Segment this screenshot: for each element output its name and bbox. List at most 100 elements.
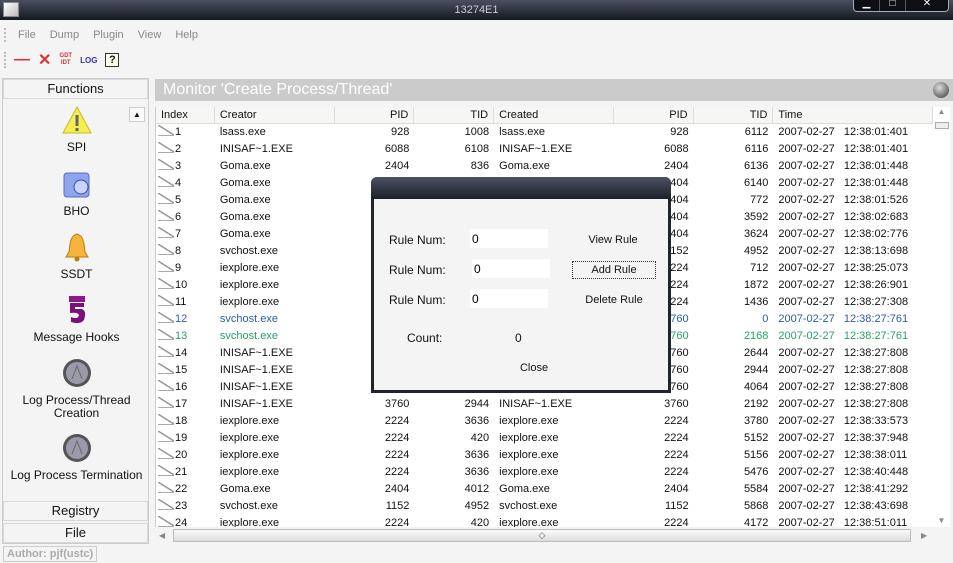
- delete-icon[interactable]: ✕: [38, 50, 51, 70]
- cell-creator: INISAF~1.EXE: [215, 362, 335, 379]
- cell-creator-pid: 2224: [335, 430, 415, 447]
- table-row[interactable]: 1 lsass.exe 928 1008 lsass.exe 928 6112 2007-02…: [156, 124, 933, 141]
- cell-created-tid: 3592: [694, 209, 774, 226]
- cell-index: 22: [156, 481, 215, 498]
- cell-created: INISAF~1.EXE: [494, 396, 614, 413]
- section-registry[interactable]: Registry: [3, 501, 148, 521]
- cell-creator-pid: 2224: [335, 413, 415, 430]
- row-icon: [158, 516, 174, 527]
- cell-creator: Goma.exe: [215, 158, 335, 175]
- sidebar-item-message-hooks[interactable]: Message Hooks: [3, 295, 150, 344]
- cell-text: 6088: [664, 143, 689, 155]
- table-row[interactable]: 21 iexplore.exe 2224 3636 iexplore.exe 2224 54…: [156, 464, 933, 481]
- cell-text: Goma.exe: [219, 483, 271, 495]
- cell-text: 2224: [664, 449, 689, 461]
- col-creator-pid[interactable]: PID: [335, 107, 415, 123]
- cell-text: 2404: [664, 160, 689, 172]
- table-row[interactable]: 22 Goma.exe 2404 4012 Goma.exe 2404 5584 2007-0…: [156, 481, 933, 498]
- gdt-idt-button[interactable]: GDT IDT: [59, 53, 72, 67]
- sidebar-label: Message Hooks: [33, 330, 120, 344]
- col-created[interactable]: Created: [494, 107, 614, 123]
- cell-text: 8: [175, 245, 182, 257]
- sidebar-item-bho[interactable]: BHO: [3, 169, 150, 218]
- cell-text: 2: [175, 143, 182, 155]
- horizontal-scroll-thumb[interactable]: ◇: [173, 529, 911, 542]
- menu-help[interactable]: Help: [175, 26, 198, 44]
- cell-text: 2944: [464, 398, 490, 410]
- section-file[interactable]: File: [3, 523, 148, 543]
- scroll-up-arrow[interactable]: ▲: [933, 107, 950, 116]
- table-row[interactable]: 23 svchost.exe 1152 4952 svchost.exe 1152 5868…: [156, 498, 933, 515]
- menu-file[interactable]: File: [18, 26, 36, 44]
- cell-creator: iexplore.exe: [215, 464, 335, 481]
- cell-creator-tid: 3636: [414, 464, 494, 481]
- close-dialog-button[interactable]: Close: [492, 360, 576, 378]
- table-row[interactable]: 20 iexplore.exe 2224 3636 iexplore.exe 2224 51…: [156, 447, 933, 464]
- delete-rule-button[interactable]: Delete Rule: [572, 292, 656, 310]
- minimize-button[interactable]: ▁: [854, 0, 880, 11]
- cell-creator-tid: 2944: [414, 396, 494, 413]
- minus-icon[interactable]: —: [14, 51, 30, 69]
- close-button[interactable]: ✕: [906, 0, 948, 11]
- cell-text: 772: [750, 194, 769, 206]
- table-row[interactable]: 18 iexplore.exe 2224 3636 iexplore.exe 2224 37…: [156, 413, 933, 430]
- menu-plugin[interactable]: Plugin: [93, 26, 124, 44]
- cell-text: 1436: [743, 296, 769, 308]
- row-icon: [158, 210, 174, 221]
- table-row[interactable]: 17 INISAF~1.EXE 3760 2944 INISAF~1.EXE 3760 21…: [156, 396, 933, 413]
- table-row[interactable]: 24 iexplore.exe 2224 420 iexplore.exe 2224 417…: [156, 515, 933, 527]
- cell-created-tid: 712: [694, 260, 774, 277]
- sidebar-item-spi[interactable]: SPI: [3, 105, 150, 154]
- cell-created-pid: 2224: [614, 413, 694, 430]
- col-index[interactable]: Index: [156, 107, 215, 123]
- cell-creator-tid: 3636: [414, 447, 494, 464]
- status-author: Author: pjf(ustc): [3, 546, 98, 562]
- sidebar-label: BHO: [63, 204, 90, 218]
- cell-time: 2007-02-27 12:38:27:308: [773, 294, 933, 311]
- rule-num-label: Rule Num:: [389, 233, 446, 247]
- log-button[interactable]: LOG: [80, 56, 97, 65]
- maximize-button[interactable]: □: [880, 0, 906, 11]
- cell-created: INISAF~1.EXE: [494, 141, 614, 158]
- add-rule-button[interactable]: Add Rule: [572, 261, 656, 279]
- cell-text: INISAF~1.EXE: [499, 143, 573, 155]
- col-created-tid[interactable]: TID: [694, 107, 774, 123]
- scroll-left-arrow[interactable]: ◀: [159, 528, 165, 543]
- table-row[interactable]: 19 iexplore.exe 2224 420 iexplore.exe 2224 515…: [156, 430, 933, 447]
- col-time[interactable]: Time: [773, 107, 933, 123]
- sidebar-item-log-process-thread-creation[interactable]: Log Process/Thread Creation: [3, 358, 150, 420]
- col-creator-tid[interactable]: TID: [414, 107, 495, 123]
- cell-text: 1: [175, 126, 182, 138]
- cell-created-tid: 6140: [694, 175, 774, 192]
- view-rule-button[interactable]: View Rule: [571, 232, 655, 250]
- rule-num-input-add[interactable]: [472, 259, 550, 278]
- scroll-down-arrow[interactable]: ▼: [933, 516, 950, 525]
- rule-num-input-view[interactable]: [470, 229, 548, 248]
- vertical-scroll-thumb[interactable]: [935, 122, 949, 129]
- horizontal-scrollbar[interactable]: ◀ ◇ ▶: [155, 528, 933, 543]
- row-icon: [158, 499, 174, 510]
- orb-button-icon[interactable]: [933, 82, 949, 98]
- col-created-pid[interactable]: PID: [614, 107, 694, 123]
- menu-dump[interactable]: Dump: [50, 26, 79, 44]
- sidebar-item-ssdt[interactable]: SSDT: [3, 232, 150, 281]
- cell-created: iexplore.exe: [494, 515, 614, 527]
- sidebar-item-log-process-termination[interactable]: Log Process Termination: [3, 433, 150, 482]
- vertical-scrollbar[interactable]: ▲ ▼: [933, 107, 950, 527]
- scroll-right-arrow[interactable]: ▶: [921, 528, 927, 543]
- functions-header[interactable]: Functions: [3, 79, 148, 99]
- cell-creator-tid: 420: [414, 430, 494, 447]
- cell-text: 2007-02-27 12:38:01:448: [778, 160, 909, 172]
- cell-text: 2007-02-27 12:38:27:808: [778, 398, 909, 410]
- table-row[interactable]: 3 Goma.exe 2404 836 Goma.exe 2404 6136 2007-02-…: [156, 158, 933, 175]
- cell-creator: INISAF~1.EXE: [215, 345, 335, 362]
- cell-text: 2007-02-27 12:38:27:808: [778, 364, 909, 376]
- cell-index: 10: [156, 277, 215, 294]
- help-button[interactable]: ?: [105, 53, 120, 67]
- table-row[interactable]: 2 INISAF~1.EXE 6088 6108 INISAF~1.EXE 6088 611…: [156, 141, 933, 158]
- cell-created-pid: 2224: [614, 464, 694, 481]
- menu-view[interactable]: View: [138, 26, 162, 44]
- col-creator[interactable]: Creator: [215, 107, 335, 123]
- rule-num-input-delete[interactable]: [470, 289, 548, 308]
- cell-text: iexplore.exe: [499, 517, 559, 527]
